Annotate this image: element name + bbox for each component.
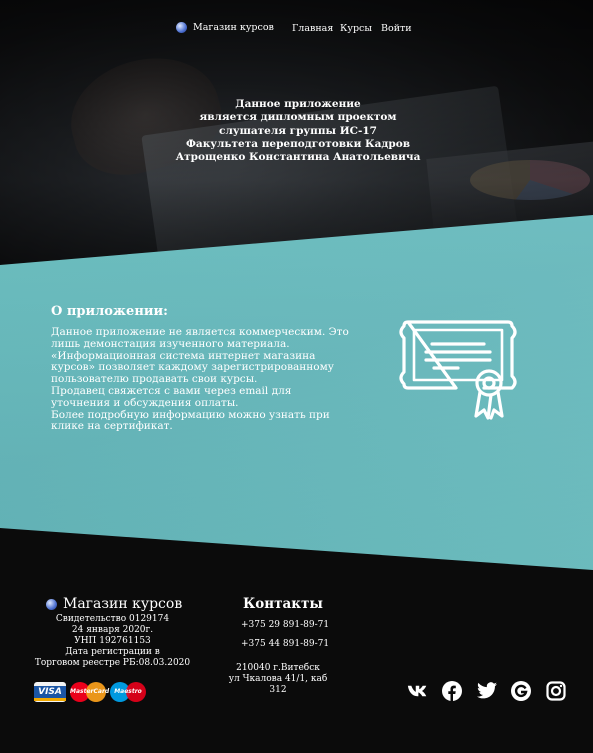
- twitter-icon[interactable]: [476, 680, 497, 701]
- registration-line: УНП 192761153: [74, 636, 151, 646]
- nav-link-login[interactable]: Войти: [381, 23, 412, 34]
- instagram-icon[interactable]: [545, 680, 566, 701]
- nav-brand-label: Магазин курсов: [193, 22, 274, 33]
- about-paragraph: «Информационная система интернет магазин…: [51, 349, 334, 386]
- nav-brand[interactable]: Магазин курсов: [176, 22, 274, 33]
- about-paragraph: Данное приложение не является коммерческ…: [51, 326, 349, 350]
- about-paragraph: Продавец свяжется с вами через email для…: [51, 384, 292, 409]
- about-paragraph: Более подробную информацию можно узнать …: [51, 408, 330, 433]
- vk-icon[interactable]: [407, 680, 428, 701]
- phone-number[interactable]: +375 29 891-89-71: [241, 620, 329, 630]
- mastercard-card-icon: MasterCard: [70, 682, 110, 702]
- facebook-icon[interactable]: [441, 680, 462, 701]
- hero-intro-text: Данное приложение является дипломным про…: [140, 98, 456, 164]
- visa-label: VISA: [34, 686, 66, 698]
- about-text: Данное приложение не является коммерческ…: [51, 326, 351, 433]
- globe-icon: [176, 22, 187, 33]
- registration-info: Свидетельство 0129174 24 января 2020г. У…: [30, 614, 195, 669]
- phone-number[interactable]: +375 44 891-89-71: [241, 639, 329, 649]
- footer-brand[interactable]: Магазин курсов: [46, 596, 182, 612]
- footer-brand-label: Магазин курсов: [63, 596, 183, 612]
- payment-cards: VISA MasterCard Maestro: [34, 682, 146, 702]
- mastercard-label: MasterCard: [70, 688, 110, 695]
- intro-line: Факультета переподготовки Кадров: [185, 137, 411, 150]
- registration-line: Свидетельство 0129174: [55, 614, 170, 624]
- registration-line: Торговом реестре РБ:08.03.2020: [34, 658, 191, 668]
- intro-line: слушателя группы ИС-17: [219, 124, 377, 137]
- nav-link-courses[interactable]: Курсы: [340, 23, 372, 34]
- maestro-label: Maestro: [114, 688, 142, 695]
- globe-icon: [46, 598, 57, 610]
- contacts-title: Контакты: [243, 596, 323, 612]
- registration-line: Дата регистрации в: [65, 647, 160, 657]
- intro-line: является дипломным проектом: [199, 111, 397, 124]
- address-line: ул Чкалова 41/1, каб 312: [228, 674, 328, 695]
- certificate-icon[interactable]: [398, 316, 518, 424]
- registration-line: 24 января 2020г.: [71, 625, 154, 635]
- top-nav: Магазин курсов Главная Курсы Войти: [0, 22, 593, 38]
- intro-line: Данное приложение: [235, 98, 361, 110]
- maestro-card-icon: Maestro: [110, 682, 146, 702]
- google-icon[interactable]: [510, 680, 531, 701]
- visa-card-icon: VISA: [34, 682, 66, 702]
- intro-line: Атрощенко Константина Анатольевича: [175, 151, 421, 164]
- address-line: 210040 г.Витебск: [236, 663, 320, 673]
- nav-link-home[interactable]: Главная: [292, 23, 333, 34]
- address: 210040 г.Витебск ул Чкалова 41/1, каб 31…: [220, 663, 336, 696]
- about-title: О приложении:: [51, 304, 168, 319]
